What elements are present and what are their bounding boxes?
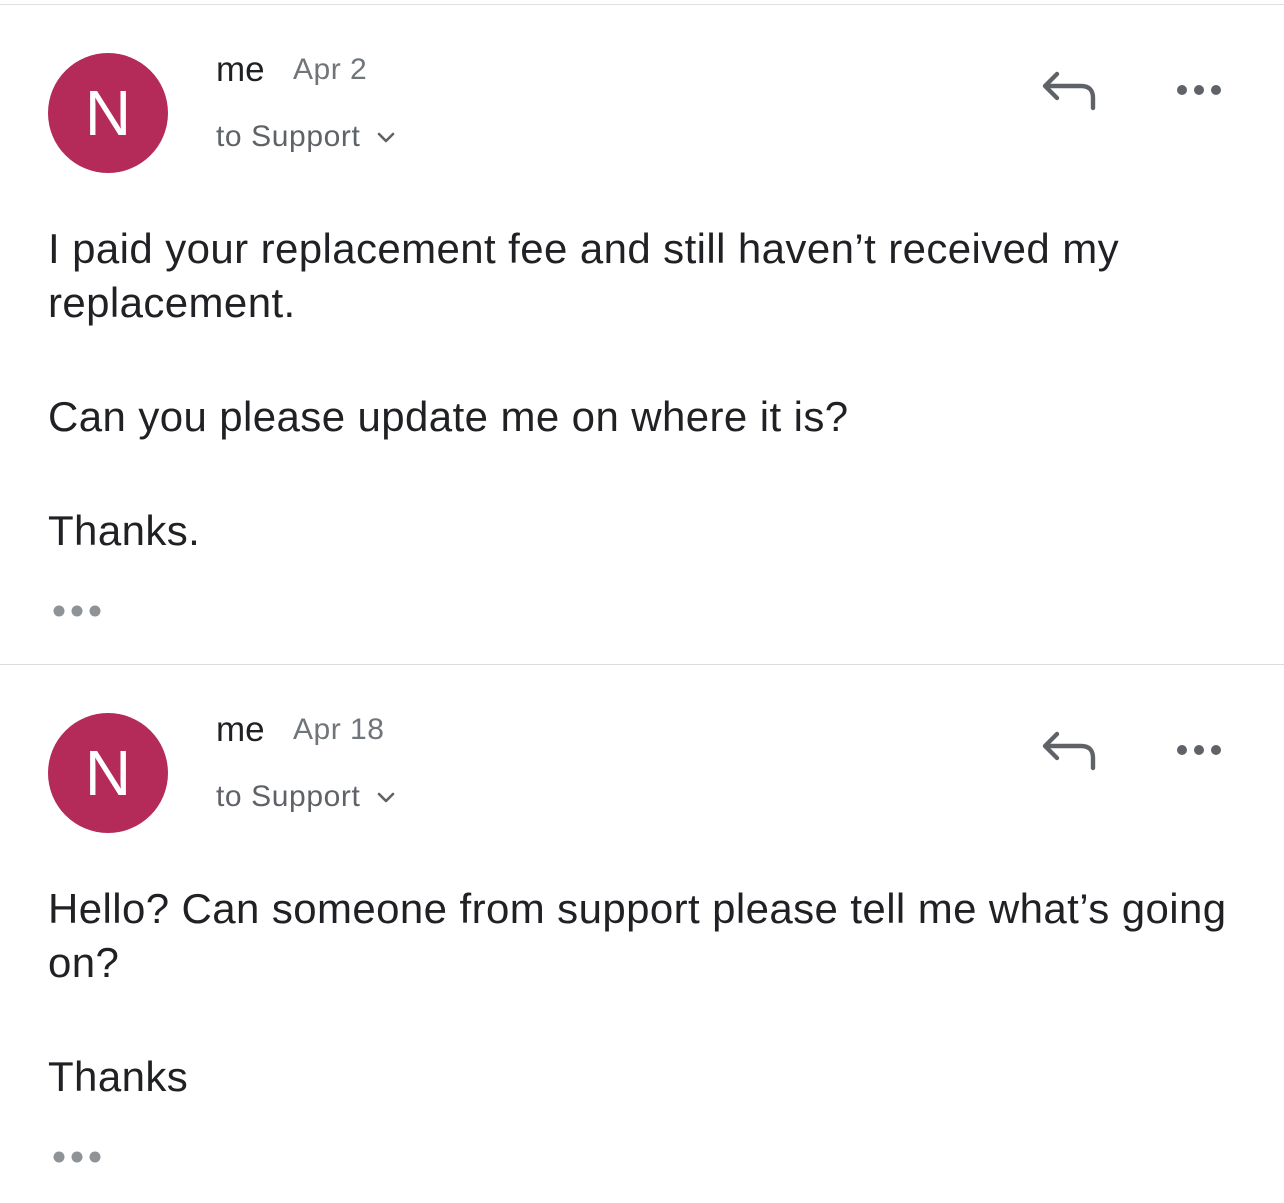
chevron-down-icon bbox=[378, 132, 395, 143]
more-options-button[interactable] bbox=[1168, 730, 1232, 770]
message-paragraph: Thanks bbox=[48, 1053, 189, 1100]
email-message: N me Apr 18 to Support Hello? Can someon… bbox=[0, 665, 1284, 1203]
reply-button[interactable] bbox=[1036, 62, 1102, 118]
reply-arrow-icon bbox=[1042, 71, 1096, 111]
chevron-down-icon bbox=[378, 792, 395, 803]
sender-name[interactable]: me bbox=[216, 50, 265, 90]
sender-name[interactable]: me bbox=[216, 710, 265, 750]
recipient-details-toggle[interactable]: to Support bbox=[216, 780, 396, 814]
message-body: Hello? Can someone from support please t… bbox=[48, 882, 1228, 1104]
recipient-label: to Support bbox=[216, 780, 361, 813]
message-paragraph: Can you please update me on where it is? bbox=[48, 393, 849, 440]
three-dots-horizontal-icon bbox=[1177, 745, 1221, 755]
show-trimmed-content-dots-icon bbox=[53, 1151, 101, 1163]
recipient-details-toggle[interactable]: to Support bbox=[216, 120, 396, 154]
show-trimmed-content-dots-icon bbox=[53, 605, 101, 617]
message-paragraph: Hello? Can someone from support please t… bbox=[48, 885, 1227, 986]
message-paragraph: I paid your replacement fee and still ha… bbox=[48, 225, 1120, 326]
email-message: N me Apr 2 to Support I paid your replac… bbox=[0, 0, 1284, 665]
message-date: Apr 18 bbox=[293, 713, 385, 746]
avatar[interactable]: N bbox=[48, 53, 168, 173]
more-options-button[interactable] bbox=[1168, 70, 1232, 110]
three-dots-horizontal-icon bbox=[1177, 85, 1221, 95]
message-date: Apr 2 bbox=[293, 53, 368, 86]
avatar[interactable]: N bbox=[48, 713, 168, 833]
reply-button[interactable] bbox=[1036, 722, 1102, 778]
show-trimmed-content-button[interactable] bbox=[50, 598, 108, 624]
recipient-label: to Support bbox=[216, 120, 361, 153]
message-body: I paid your replacement fee and still ha… bbox=[48, 222, 1228, 558]
reply-arrow-icon bbox=[1042, 731, 1096, 771]
show-trimmed-content-button[interactable] bbox=[50, 1144, 108, 1170]
message-paragraph: Thanks. bbox=[48, 507, 201, 554]
